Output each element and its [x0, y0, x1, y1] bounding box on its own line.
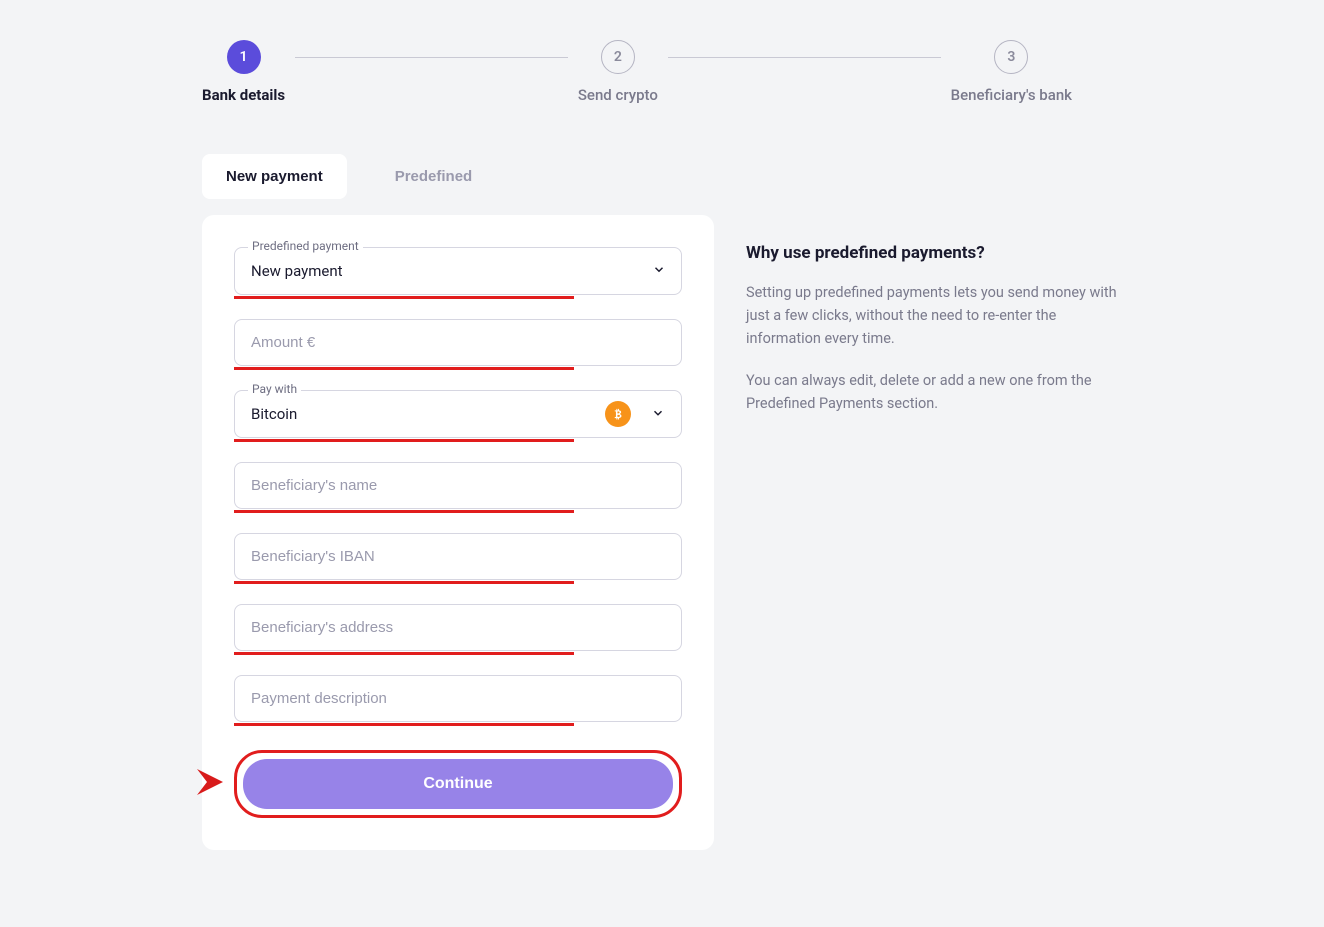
info-paragraph: Setting up predefined payments lets you …	[746, 281, 1122, 351]
pay-with-select[interactable]: Bitcoin	[234, 390, 682, 438]
predefined-payment-select[interactable]: New payment	[234, 247, 682, 295]
annotation-underline	[234, 367, 574, 370]
info-panel: Why use predefined payments? Setting up …	[746, 215, 1122, 433]
progress-stepper: 1 Bank details 2 Send crypto 3 Beneficia…	[202, 40, 1122, 104]
predefined-payment-label: Predefined payment	[248, 239, 363, 253]
continue-button-highlight: Continue	[234, 750, 682, 818]
pay-with-value: Bitcoin	[235, 391, 605, 437]
step-connector	[295, 57, 568, 58]
info-title: Why use predefined payments?	[746, 243, 1122, 263]
tab-new-payment[interactable]: New payment	[202, 154, 347, 199]
continue-button[interactable]: Continue	[243, 759, 673, 809]
annotation-underline	[234, 581, 574, 584]
beneficiary-name-group	[234, 462, 682, 509]
pay-with-group: Pay with Bitcoin	[234, 390, 682, 438]
payment-description-input[interactable]	[234, 675, 682, 722]
payment-form: Predefined payment New payment Pay with	[202, 215, 714, 850]
step-label: Send crypto	[578, 86, 658, 104]
amount-group	[234, 319, 682, 366]
step-number: 3	[994, 40, 1028, 74]
beneficiary-iban-group	[234, 533, 682, 580]
tab-predefined[interactable]: Predefined	[371, 154, 497, 199]
beneficiary-address-input[interactable]	[234, 604, 682, 651]
annotation-underline	[234, 723, 574, 726]
annotation-underline	[234, 296, 574, 299]
step-number: 2	[601, 40, 635, 74]
annotation-underline	[234, 439, 574, 442]
beneficiary-address-group	[234, 604, 682, 651]
bitcoin-icon	[605, 401, 631, 427]
payment-description-group	[234, 675, 682, 722]
step-bank-details: 1 Bank details	[202, 40, 285, 104]
beneficiary-name-input[interactable]	[234, 462, 682, 509]
step-label: Beneficiary's bank	[951, 86, 1072, 104]
payment-tabs: New payment Predefined	[202, 154, 1122, 199]
step-number: 1	[227, 40, 261, 74]
step-label: Bank details	[202, 86, 285, 104]
chevron-down-icon	[643, 405, 681, 424]
predefined-payment-group: Predefined payment New payment	[234, 247, 682, 295]
info-paragraph: You can always edit, delete or add a new…	[746, 369, 1122, 415]
arrow-right-icon	[195, 767, 227, 801]
amount-input[interactable]	[234, 319, 682, 366]
beneficiary-iban-input[interactable]	[234, 533, 682, 580]
annotation-underline	[234, 510, 574, 513]
pay-with-label: Pay with	[248, 382, 301, 396]
step-connector	[668, 57, 941, 58]
step-beneficiary-bank: 3 Beneficiary's bank	[951, 40, 1072, 104]
step-send-crypto: 2 Send crypto	[578, 40, 658, 104]
annotation-underline	[234, 652, 574, 655]
